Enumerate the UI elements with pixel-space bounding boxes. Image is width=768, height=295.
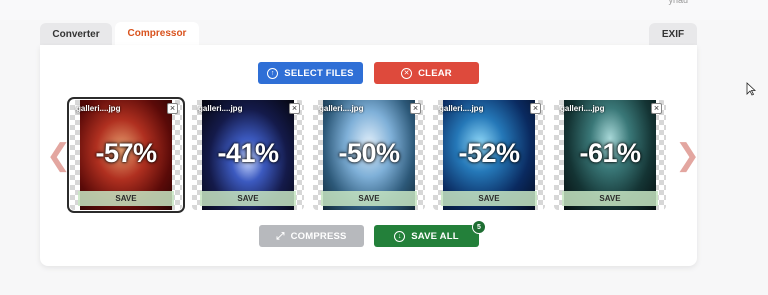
compression-percent: -52% xyxy=(458,138,520,168)
download-circle-icon: ↓ xyxy=(394,230,406,242)
save-button[interactable]: SAVE xyxy=(78,191,174,206)
chevron-left-icon[interactable]: ❮ xyxy=(46,141,71,171)
image-card[interactable]: galleri....jpg × -57% SAVE xyxy=(67,97,185,213)
tab-exif[interactable]: EXIF xyxy=(649,23,697,45)
corner-text: ynau xyxy=(668,0,688,5)
close-icon[interactable]: × xyxy=(530,103,541,114)
compression-percent: -41% xyxy=(217,138,279,168)
close-icon[interactable]: × xyxy=(167,103,178,114)
compression-percent: -50% xyxy=(338,138,400,168)
save-all-label: SAVE ALL xyxy=(411,230,459,242)
image-filename: galleri....jpg xyxy=(439,104,484,113)
image-filename: galleri....jpg xyxy=(76,104,121,113)
mouse-cursor-icon xyxy=(746,82,756,96)
close-icon[interactable]: × xyxy=(289,103,300,114)
clear-label: CLEAR xyxy=(418,67,452,79)
compression-percent: -61% xyxy=(579,138,641,168)
image-card[interactable]: galleri....jpg × -61% SAVE xyxy=(554,100,666,210)
image-card[interactable]: galleri....jpg × -41% SAVE xyxy=(192,100,304,210)
clear-button[interactable]: ✕ CLEAR xyxy=(374,62,479,84)
tab-converter[interactable]: Converter xyxy=(40,23,112,45)
image-filename: galleri....jpg xyxy=(560,104,605,113)
save-button[interactable]: SAVE xyxy=(200,191,296,206)
select-files-label: SELECT FILES xyxy=(284,67,354,79)
save-all-button[interactable]: ↓ SAVE ALL xyxy=(374,225,479,247)
tab-compressor[interactable]: Compressor xyxy=(115,22,199,45)
upload-circle-icon: ↑ xyxy=(267,67,279,79)
compression-percent: -57% xyxy=(95,138,157,168)
close-icon[interactable]: × xyxy=(651,103,662,114)
compress-arrows-icon: ⤢ xyxy=(276,230,285,242)
compress-button[interactable]: ⤢ COMPRESS xyxy=(259,225,364,247)
top-bar xyxy=(0,0,768,20)
close-icon[interactable]: × xyxy=(410,103,421,114)
save-button[interactable]: SAVE xyxy=(562,191,658,206)
x-circle-icon: ✕ xyxy=(401,67,413,79)
image-filename: galleri....jpg xyxy=(319,104,364,113)
image-filename: galleri....jpg xyxy=(198,104,243,113)
image-card[interactable]: galleri....jpg × -52% SAVE xyxy=(433,100,545,210)
compressor-panel: ↑ SELECT FILES ✕ CLEAR ❮ ❯ galleri....jp… xyxy=(40,45,700,266)
select-files-button[interactable]: ↑ SELECT FILES xyxy=(258,62,363,84)
compress-label: COMPRESS xyxy=(290,230,347,242)
chevron-right-icon[interactable]: ❯ xyxy=(675,141,700,171)
save-button[interactable]: SAVE xyxy=(321,191,417,206)
image-card[interactable]: galleri....jpg × -50% SAVE xyxy=(313,100,425,210)
save-button[interactable]: SAVE xyxy=(441,191,537,206)
save-all-count-badge: 5 xyxy=(472,220,486,234)
